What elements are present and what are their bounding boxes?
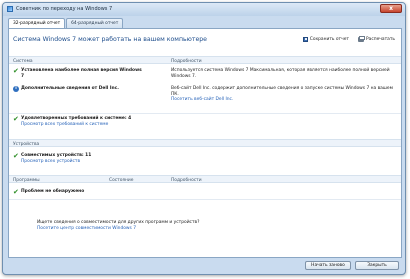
report-tabs: 32-разрядный отчет 64-разрядный отчет — [8, 18, 124, 28]
row-label: Проблем не обнаружено — [21, 189, 85, 194]
row-detail: Веб-сайт Dell Inc. содержит дополнительн… — [171, 86, 396, 103]
save-report-button[interactable]: Сохранить отчет — [302, 37, 349, 42]
dell-website-link[interactable]: Посетить веб-сайт Dell Inc. — [171, 97, 396, 103]
check-icon: ✔ — [13, 67, 19, 75]
window-close-button[interactable]: x — [380, 4, 402, 13]
report-toolbar: Сохранить отчет Распечатать — [302, 36, 395, 42]
programs-column-header: Программы — [13, 177, 40, 183]
row-label: Совместимых устройств: 11 Просмотр всех … — [21, 153, 221, 164]
printer-icon — [357, 36, 365, 42]
view-requirements-link[interactable]: Просмотр всех требований к системе — [21, 122, 221, 128]
row-detail: Используется система Windows 7 Максималь… — [171, 68, 390, 79]
page-title: Система Windows 7 может работать на ваше… — [13, 36, 207, 43]
check-icon: ✔ — [13, 188, 19, 196]
print-label: Распечатать — [365, 37, 395, 42]
save-report-label: Сохранить отчет — [309, 37, 349, 42]
status-column-header: Состояние — [109, 177, 134, 183]
windows-app-icon — [7, 6, 13, 12]
compatibility-center-link[interactable]: Посетите центр совместимости Windows 7 — [37, 226, 136, 231]
row-label: Удовлетворенных требований к системе: 4 … — [21, 116, 221, 127]
row-label: Установлена наиболее полная версия Windo… — [21, 68, 142, 79]
save-icon — [302, 37, 308, 42]
details-column-header: Подробности — [171, 58, 202, 64]
requirements-text: Удовлетворенных требований к системе: 4 — [21, 116, 132, 121]
devices-section-header: Устройства — [9, 139, 401, 147]
report-content: Система Windows 7 может работать на ваше… — [8, 28, 402, 258]
system-column-header: Система — [13, 58, 33, 64]
tab-32bit-report[interactable]: 32-разрядный отчет — [8, 18, 66, 28]
check-icon: ✔ — [13, 115, 19, 123]
details-column-header: Подробности — [171, 177, 202, 183]
devices-count-text: Совместимых устройств: 11 — [21, 153, 92, 158]
start-over-button[interactable]: Начать заново — [305, 261, 351, 270]
row-divider — [9, 199, 401, 200]
system-section-header: Система Подробности — [9, 56, 401, 64]
row-label: Дополнительные сведения от Dell Inc. — [21, 86, 119, 91]
view-devices-link[interactable]: Просмотр всех устройств — [21, 159, 221, 165]
title-bar: Советник по переходу на Windows 7 x — [3, 3, 405, 16]
dialog-footer: Начать заново Закрыть — [3, 257, 405, 274]
programs-section-header: Программы Состояние Подробности — [9, 175, 401, 183]
compatibility-question: Ищете сведения о совместимости для други… — [37, 220, 200, 225]
print-button[interactable]: Распечатать — [357, 36, 395, 42]
window-title: Советник по переходу на Windows 7 — [16, 6, 113, 12]
advisor-window: Советник по переходу на Windows 7 x 32-р… — [2, 2, 406, 275]
tab-64bit-report[interactable]: 64-разрядный отчет — [66, 18, 124, 28]
row-detail-text: Веб-сайт Dell Inc. содержит дополнительн… — [171, 86, 393, 97]
row-divider — [9, 113, 401, 114]
info-icon: i — [13, 86, 19, 92]
check-icon: ✔ — [13, 152, 19, 160]
devices-column-header: Устройства — [13, 141, 40, 147]
close-button[interactable]: Закрыть — [355, 261, 399, 270]
